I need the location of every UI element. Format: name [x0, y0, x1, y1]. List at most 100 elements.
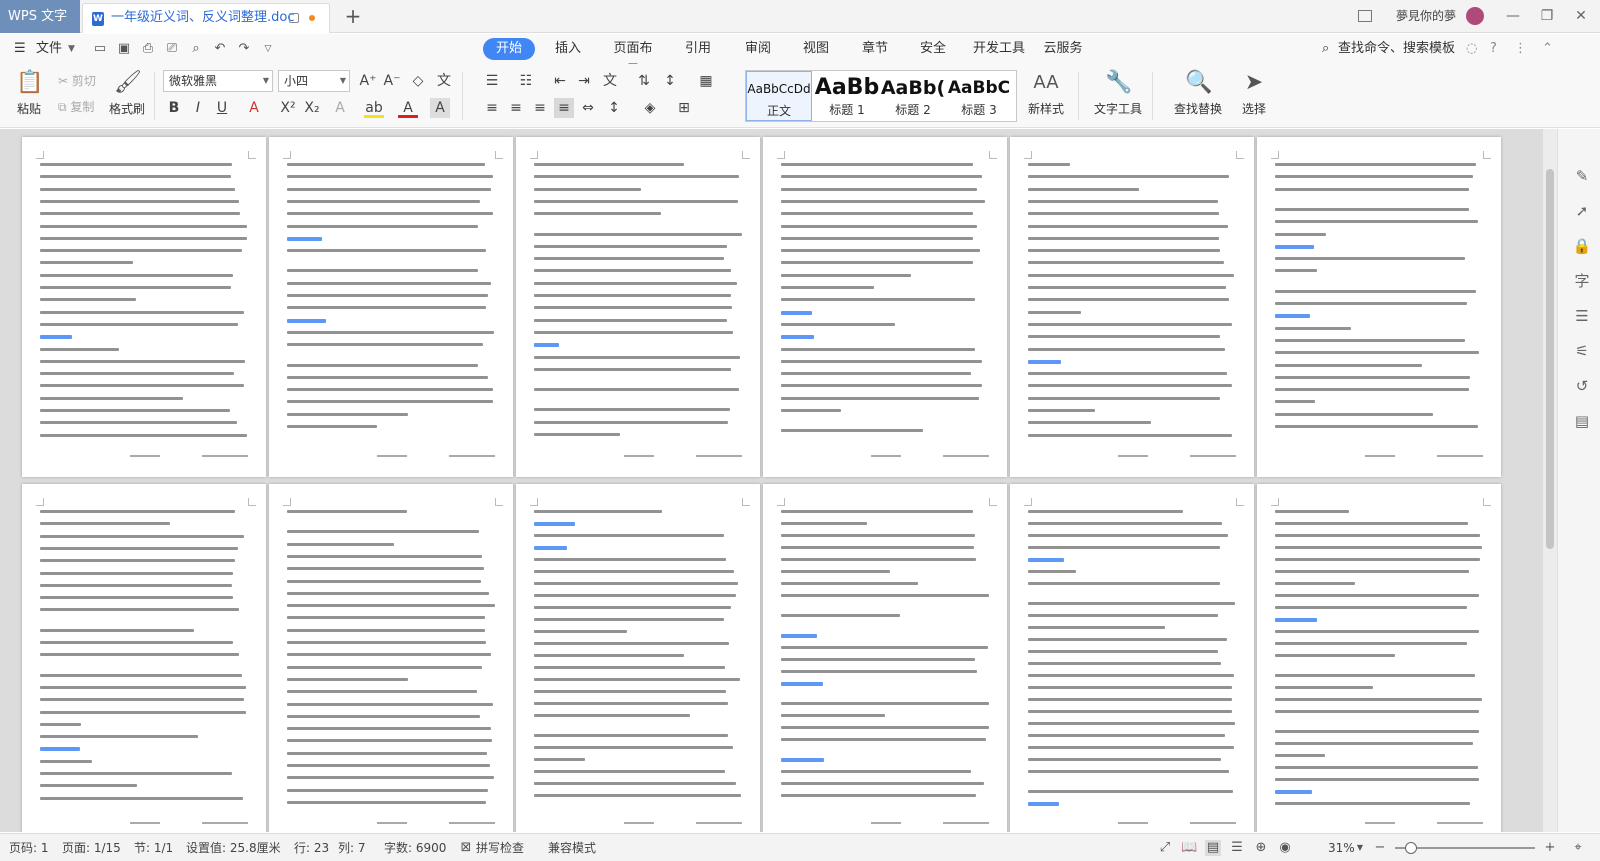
shading-icon[interactable]: ◈	[640, 98, 660, 118]
grow-font-icon[interactable]: A⁺	[358, 71, 378, 91]
tab-review[interactable]: 审阅	[743, 38, 773, 60]
adjust-icon[interactable]: ⚟	[1572, 341, 1592, 361]
section-count[interactable]: 节: 1/1	[134, 834, 173, 861]
page-thumbnail[interactable]	[1257, 484, 1501, 832]
app-tab[interactable]: WPS 文字	[0, 0, 80, 33]
word-count[interactable]: 字数: 6900	[384, 834, 446, 861]
select-button[interactable]: ➤ 选择	[1234, 68, 1274, 124]
panel-icon[interactable]: ▤	[1572, 411, 1592, 431]
paragraph-spacing-icon[interactable]: ↕	[604, 98, 624, 118]
help-icon[interactable]: ?	[1490, 34, 1497, 64]
align-left-icon[interactable]: ≡	[482, 98, 502, 118]
page-thumbnail[interactable]	[763, 484, 1007, 832]
line-spacing-icon[interactable]: ↕	[660, 71, 680, 91]
align-right-icon[interactable]: ≡	[530, 98, 550, 118]
layout-toggle-icon[interactable]	[1358, 0, 1374, 33]
tab-developer[interactable]: 开发工具	[971, 38, 1027, 60]
setting-value[interactable]: 设置值: 25.8厘米	[186, 834, 281, 861]
font-color-icon[interactable]: A	[398, 98, 418, 118]
minimize-icon[interactable]: —	[1496, 0, 1530, 33]
subscript-icon[interactable]: X₂	[302, 98, 322, 118]
zoom-in-icon[interactable]: +	[1542, 840, 1558, 856]
page-view-icon[interactable]: ▤	[1205, 840, 1221, 856]
lock-icon[interactable]: 🔒	[1572, 236, 1592, 256]
italic-icon[interactable]: I	[188, 98, 208, 118]
collapse-ribbon-icon[interactable]: ⌃	[1542, 34, 1553, 64]
superscript-icon[interactable]: X²	[278, 98, 298, 118]
increase-indent-icon[interactable]: ⇥	[574, 71, 594, 91]
page-thumbnail[interactable]	[22, 137, 266, 477]
chevron-down-icon[interactable]: ▼	[68, 34, 75, 64]
more-icon[interactable]: ⋮	[1514, 34, 1527, 64]
style-heading-1[interactable]: AaBb 标题 1	[814, 71, 880, 121]
align-center-icon[interactable]: ≡	[506, 98, 526, 118]
tab-monitor-icon[interactable]	[289, 13, 299, 23]
comment-icon[interactable]: ◌	[1466, 34, 1477, 64]
tab-home[interactable]: 开始	[483, 38, 535, 60]
page-code[interactable]: 页码: 1	[9, 834, 49, 861]
search-icon[interactable]: ⌕	[1322, 34, 1329, 64]
shrink-font-icon[interactable]: A⁻	[382, 71, 402, 91]
tab-page-layout[interactable]: 页面布局	[608, 38, 658, 78]
row-indicator[interactable]: 行: 23	[294, 834, 329, 861]
highlight-icon[interactable]: ab	[364, 98, 384, 118]
format-painter-button[interactable]: 🖌 格式刷	[106, 68, 148, 124]
page-thumbnail[interactable]	[269, 484, 513, 832]
strikethrough-icon[interactable]: A	[244, 98, 264, 118]
undo-icon[interactable]: ↶	[212, 41, 228, 57]
page-thumbnail[interactable]	[1257, 137, 1501, 477]
spell-check-icon[interactable]: ⊠	[458, 840, 474, 856]
new-tab-icon[interactable]: +	[340, 4, 366, 30]
chinese-layout-icon[interactable]: 文	[600, 71, 620, 91]
outline-icon[interactable]: ☰	[1572, 306, 1592, 326]
vertical-scrollbar[interactable]	[1543, 129, 1557, 832]
history-icon[interactable]: ↺	[1572, 376, 1592, 396]
user-name[interactable]: 夢見你的夢	[1396, 0, 1456, 33]
web-view-icon[interactable]: ⊕	[1253, 840, 1269, 856]
zoom-slider-handle[interactable]	[1405, 842, 1417, 854]
table-icon[interactable]: ▦	[696, 71, 716, 91]
char-shading-icon[interactable]: A	[430, 98, 450, 118]
bold-icon[interactable]: B	[164, 98, 184, 118]
fit-page-icon[interactable]: ⌖	[1570, 840, 1586, 856]
tab-security[interactable]: 安全	[918, 38, 948, 60]
style-normal[interactable]: AaBbCcDd 正文	[746, 71, 812, 121]
font-name-select[interactable]: 微软雅黑 ▼	[163, 70, 273, 92]
fullscreen-icon[interactable]: ⤢	[1157, 840, 1173, 856]
tab-chapter[interactable]: 章节	[860, 38, 890, 60]
scroll-thumb[interactable]	[1546, 169, 1554, 549]
numbered-list-icon[interactable]: ☷	[516, 71, 536, 91]
font-size-select[interactable]: 小四 ▼	[278, 70, 350, 92]
document-canvas[interactable]	[0, 129, 1543, 832]
page-thumbnail[interactable]	[763, 137, 1007, 477]
find-replace-button[interactable]: 🔍 查找替换	[1168, 68, 1228, 124]
zoom-out-icon[interactable]: −	[1372, 840, 1388, 856]
save-icon[interactable]: ▣	[116, 41, 132, 57]
print-icon[interactable]: ⎚	[164, 41, 180, 57]
tab-cloud[interactable]: 云服务	[1042, 38, 1084, 60]
print-preview-icon[interactable]: ⌕	[188, 41, 204, 57]
tab-view[interactable]: 视图	[801, 38, 831, 60]
underline-icon[interactable]: U	[212, 98, 232, 118]
eye-protect-icon[interactable]: ◉	[1277, 840, 1293, 856]
translate-icon[interactable]: 字	[1572, 271, 1592, 291]
menu-icon[interactable]: ☰	[14, 34, 30, 64]
zoom-level[interactable]: 31%	[1328, 834, 1355, 861]
export-icon[interactable]: ⎙	[140, 41, 156, 57]
decrease-indent-icon[interactable]: ⇤	[550, 71, 570, 91]
tab-references[interactable]: 引用	[683, 38, 713, 60]
pointer-icon[interactable]: ➚	[1572, 201, 1592, 221]
copy-button[interactable]: ⧉ 复制	[58, 96, 94, 118]
page-thumbnail[interactable]	[1010, 484, 1254, 832]
text-tools-button[interactable]: 🔧 文字工具	[1088, 68, 1148, 124]
pen-icon[interactable]: ✎	[1572, 166, 1592, 186]
page-thumbnail[interactable]	[1010, 137, 1254, 477]
cut-button[interactable]: ✂ 剪切	[58, 70, 96, 92]
redo-icon[interactable]: ↷	[236, 41, 252, 57]
bullet-list-icon[interactable]: ☰	[482, 71, 502, 91]
clear-format-icon[interactable]: ◇	[408, 71, 428, 91]
spell-check-button[interactable]: 拼写检查	[476, 834, 524, 861]
column-indicator[interactable]: 列: 7	[338, 834, 366, 861]
page-thumbnail[interactable]	[516, 137, 760, 477]
justify-icon[interactable]: ≡	[554, 98, 574, 118]
